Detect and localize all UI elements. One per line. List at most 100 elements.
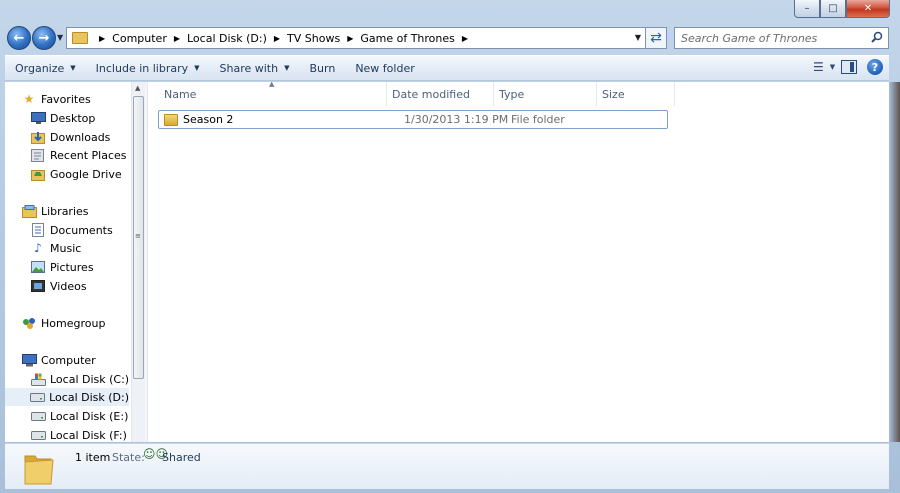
file-date-modified: 1/30/2013 1:19 PM <box>404 113 509 126</box>
nav-libraries[interactable]: Libraries <box>5 202 89 220</box>
back-arrow-icon: ← <box>13 30 25 46</box>
nav-videos[interactable]: Videos <box>5 277 87 295</box>
music-icon: ♪ <box>34 241 42 255</box>
details-pane: 1 item State: ☺☺ Shared <box>5 443 889 489</box>
star-icon: ★ <box>23 92 35 106</box>
organize-label: Organize <box>15 61 65 75</box>
drive-icon <box>30 390 46 404</box>
breadcrumb-local-disk-d[interactable]: Local Disk (D:) <box>187 32 267 45</box>
chevron-right-icon[interactable]: ▶ <box>174 34 180 43</box>
chevron-right-icon[interactable]: ▶ <box>99 34 105 43</box>
chevron-right-icon[interactable]: ▶ <box>274 34 280 43</box>
state-value: Shared <box>162 451 201 464</box>
help-icon[interactable]: ? <box>867 59 883 75</box>
nav-documents-label: Documents <box>50 223 113 237</box>
back-button[interactable]: ← <box>7 26 31 50</box>
nav-downloads[interactable]: Downloads <box>5 128 110 146</box>
nav-scrollbar[interactable]: ▲ ≡ <box>131 82 145 442</box>
file-name: Season 2 <box>183 113 234 126</box>
search-input[interactable] <box>681 31 861 45</box>
close-button[interactable]: ✕ <box>846 0 890 18</box>
drive-icon <box>30 409 46 423</box>
column-date-modified[interactable]: Date modified <box>387 82 494 106</box>
nav-recent-places[interactable]: Recent Places <box>5 146 127 164</box>
nav-downloads-label: Downloads <box>50 130 111 144</box>
forward-button[interactable]: → <box>32 26 56 50</box>
column-type[interactable]: Type <box>494 82 597 106</box>
refresh-button[interactable]: ⇄ <box>645 27 667 49</box>
nav-homegroup[interactable]: Homegroup <box>5 314 105 332</box>
scroll-up-icon[interactable]: ▲ <box>135 84 140 92</box>
burn-button[interactable]: Burn <box>299 57 345 79</box>
nav-music-label: Music <box>50 241 82 255</box>
share-with-menu[interactable]: Share with ▼ <box>210 57 300 79</box>
nav-local-disk-f-label: Local Disk (F:) <box>50 428 127 442</box>
share-with-label: Share with <box>219 61 279 75</box>
videos-icon <box>30 279 46 293</box>
recent-pages-dropdown[interactable]: ▼ <box>57 33 63 42</box>
file-list: Name ▲ Date modified Type Size Season 2 1… <box>153 80 889 442</box>
nav-local-disk-f[interactable]: Local Disk (F:) <box>5 426 127 442</box>
file-row[interactable]: Season 2 1/30/2013 1:19 PM File folder <box>158 110 668 129</box>
command-toolbar: Organize ▼ Include in library ▼ Share with… <box>5 55 889 81</box>
nav-documents[interactable]: Documents <box>5 221 113 239</box>
breadcrumb-computer[interactable]: Computer <box>112 32 167 45</box>
chevron-right-icon[interactable]: ▶ <box>462 34 468 43</box>
address-bar[interactable]: ▶ Computer ▶ Local Disk (D:) ▶ TV Shows … <box>66 27 666 49</box>
nav-local-disk-c[interactable]: Local Disk (C:) <box>5 370 129 388</box>
downloads-icon <box>30 130 46 144</box>
chevron-right-icon[interactable]: ▶ <box>347 34 353 43</box>
item-count: 1 item <box>75 451 111 464</box>
nav-local-disk-e[interactable]: Local Disk (E:) <box>5 407 128 425</box>
chevron-down-icon: ▼ <box>194 64 200 72</box>
folder-icon <box>72 32 88 44</box>
include-in-library-menu[interactable]: Include in library ▼ <box>86 57 210 79</box>
state-label: State: <box>112 451 145 464</box>
nav-local-disk-d-label: Local Disk (D:) <box>49 390 129 404</box>
address-row: ← → ▼ ▶ Computer ▶ Local Disk (D:) ▶ TV … <box>0 24 900 54</box>
window-edge <box>889 82 900 442</box>
main-area: ★ Favorites Desktop Downloads Recent Plac… <box>5 80 889 442</box>
desktop-icon <box>30 111 46 125</box>
organize-menu[interactable]: Organize ▼ <box>5 57 86 79</box>
address-history-dropdown[interactable]: ▼ <box>635 33 641 42</box>
sort-ascending-icon: ▲ <box>269 80 275 88</box>
nav-music[interactable]: ♪ Music <box>5 239 81 257</box>
computer-icon <box>21 353 37 367</box>
drive-icon <box>30 428 46 442</box>
nav-google-drive-label: Google Drive <box>50 167 122 181</box>
nav-homegroup-label: Homegroup <box>41 316 106 330</box>
minimize-button[interactable]: – <box>794 0 820 18</box>
refresh-icon: ⇄ <box>650 30 662 46</box>
recent-places-icon <box>30 148 46 162</box>
chevron-down-icon: ▼ <box>284 64 290 72</box>
new-folder-button[interactable]: New folder <box>345 57 424 79</box>
nav-local-disk-e-label: Local Disk (E:) <box>50 409 129 423</box>
search-icon[interactable] <box>871 31 883 43</box>
nav-favorites-label: Favorites <box>41 92 91 106</box>
preview-pane-button[interactable] <box>841 60 857 74</box>
nav-pictures[interactable]: Pictures <box>5 258 94 276</box>
nav-computer-label: Computer <box>41 353 96 367</box>
change-view-button[interactable]: ☰ ▼ <box>813 60 835 74</box>
search-box[interactable] <box>674 27 889 49</box>
nav-recent-places-label: Recent Places <box>50 148 127 162</box>
pictures-icon <box>30 260 46 274</box>
column-header: Name ▲ Date modified Type Size <box>159 80 675 106</box>
breadcrumb-game-of-thrones[interactable]: Game of Thrones <box>360 32 455 45</box>
nav-desktop-label: Desktop <box>50 111 96 125</box>
nav-google-drive[interactable]: Google Drive <box>5 165 122 183</box>
pane-splitter[interactable] <box>145 82 148 442</box>
toolbar-right: ☰ ▼ ? <box>813 59 883 75</box>
nav-computer[interactable]: Computer <box>5 351 96 369</box>
google-drive-icon <box>30 167 46 181</box>
maximize-button[interactable]: □ <box>820 0 846 18</box>
navigation-pane: ★ Favorites Desktop Downloads Recent Plac… <box>5 82 145 442</box>
nav-local-disk-d[interactable]: Local Disk (D:) <box>5 388 129 406</box>
column-name[interactable]: Name ▲ <box>159 80 387 106</box>
nav-favorites[interactable]: ★ Favorites <box>5 90 91 108</box>
column-size[interactable]: Size <box>597 82 675 106</box>
nav-desktop[interactable]: Desktop <box>5 109 95 127</box>
nav-local-disk-c-label: Local Disk (C:) <box>50 372 130 386</box>
breadcrumb-tv-shows[interactable]: TV Shows <box>287 32 340 45</box>
